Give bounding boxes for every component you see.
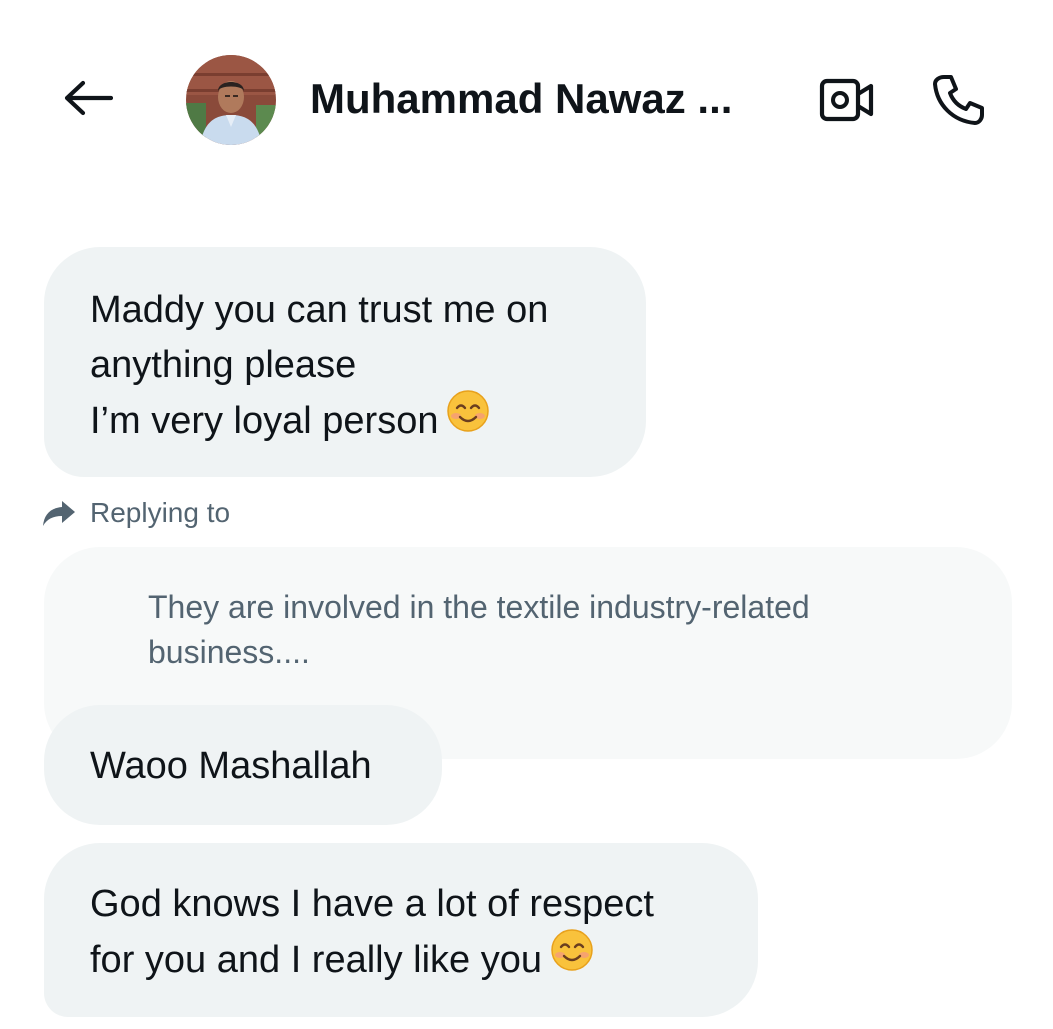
smiling-face-icon: [446, 389, 490, 449]
voice-call-button[interactable]: [926, 68, 990, 132]
message-text: I’m very loyal person: [90, 390, 646, 453]
message-text: anything please: [90, 344, 357, 386]
smiling-face-icon: [550, 928, 594, 988]
message-bubble[interactable]: Waoo Mashallah: [44, 705, 442, 825]
message-bubble[interactable]: Maddy you can trust me on anything pleas…: [44, 247, 646, 477]
video-call-button[interactable]: [815, 74, 879, 126]
message-text: God knows I have a lot of respect: [90, 883, 654, 925]
back-button[interactable]: [60, 76, 116, 120]
avatar[interactable]: [186, 55, 276, 145]
reply-arrow-icon: [42, 499, 76, 527]
quoted-text: They are involved in the textile industr…: [148, 589, 810, 625]
quoted-text: business....: [148, 634, 310, 670]
message-text: for you and I really like you: [90, 929, 758, 992]
message-bubble[interactable]: God knows I have a lot of respect for yo…: [44, 843, 758, 1017]
video-camera-icon: [819, 78, 874, 122]
replying-to-label: Replying to: [42, 494, 230, 532]
contact-name[interactable]: Muhammad Nawaz ...: [310, 72, 732, 126]
message-text: Maddy you can trust me on: [90, 289, 549, 331]
avatar-photo: [186, 55, 276, 145]
phone-icon: [933, 75, 984, 125]
arrow-left-icon: [64, 80, 113, 116]
conversation-header: Muhammad Nawaz ...: [0, 0, 1053, 200]
message-text: Waoo Mashallah: [90, 745, 372, 787]
